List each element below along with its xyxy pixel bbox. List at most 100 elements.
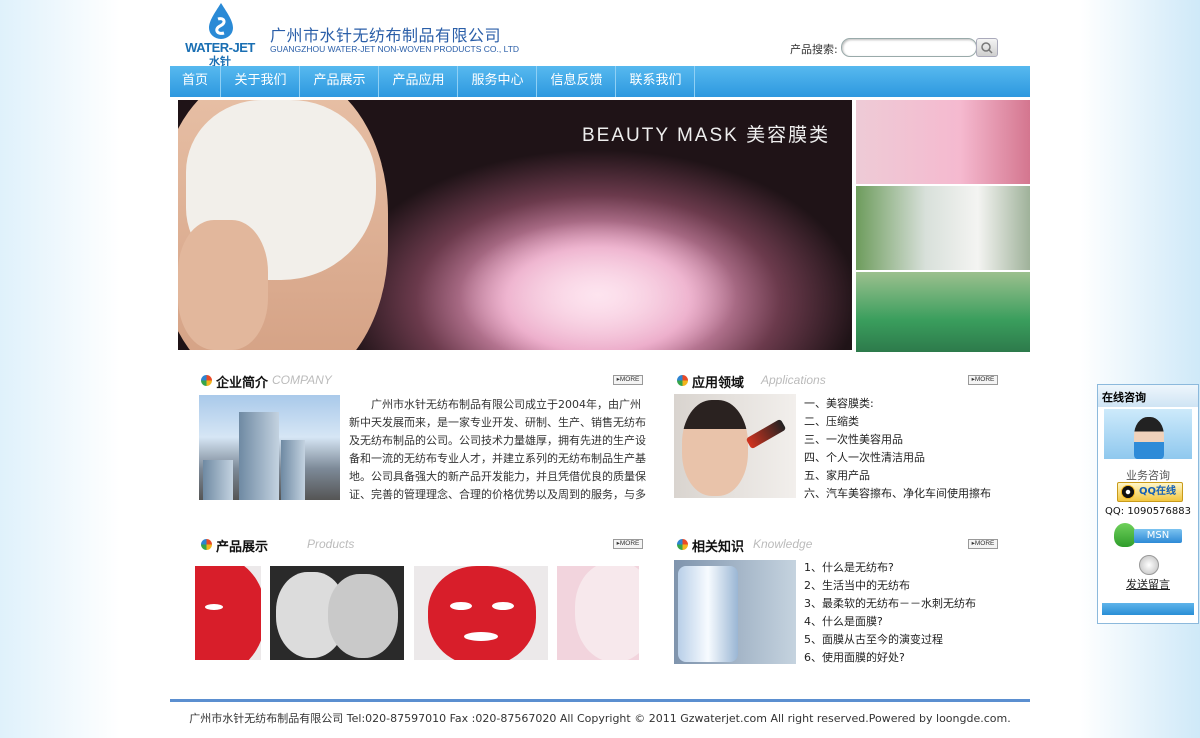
list-item[interactable]: 6、使用面膜的好处? (804, 649, 976, 667)
mask-eye-hole (450, 602, 472, 610)
company-building-image[interactable] (199, 395, 340, 500)
qq-number: QQ: 1090576883 (1105, 506, 1191, 517)
section-title-en: COMPANY (272, 373, 332, 387)
hero-banner[interactable]: BEAUTY MASK 美容膜类 (178, 100, 852, 350)
nav-item-service[interactable]: 服务中心 (459, 66, 537, 97)
section-bullet-icon (201, 539, 212, 550)
headset-person-icon (1134, 417, 1164, 459)
company-name-cn: 广州市水针无纺布制品有限公司 (270, 26, 502, 45)
model-tool (745, 418, 787, 450)
section-title-cn: 企业简介 (216, 376, 269, 391)
section-title-en: Products (307, 537, 355, 551)
section-bullet-icon (677, 539, 688, 550)
footer-divider (170, 699, 1030, 702)
consult-footer-bar (1102, 603, 1194, 615)
footer-text: 广州市水针无纺布制品有限公司 Tel:020-87597010 Fax :020… (189, 712, 1011, 725)
message-icon[interactable] (1139, 555, 1159, 575)
more-button-knowledge[interactable]: ▸MORE (968, 539, 998, 549)
list-item[interactable]: 五、家用产品 (804, 467, 991, 485)
applications-image[interactable] (674, 394, 796, 498)
mask-eye-hole (205, 604, 223, 610)
section-title-en: Applications (761, 373, 826, 387)
model-head (682, 400, 748, 496)
consult-title: 在线咨询 (1102, 391, 1146, 404)
section-title-applications: 应用领域 Applications (677, 372, 857, 391)
side-photo-strip (856, 100, 1030, 354)
msn-label: MSN (1134, 529, 1182, 543)
mask-eye-hole (492, 602, 514, 610)
nav-item-about[interactable]: 关于我们 (222, 66, 300, 97)
banner-title: BEAUTY MASK 美容膜类 (582, 125, 831, 146)
red-mask-shape (428, 566, 536, 660)
section-title-cn: 应用领域 (692, 376, 745, 391)
consult-header: 在线咨询 (1098, 385, 1198, 407)
main-nav: 首页 关于我们 产品展示 产品应用 服务中心 信息反馈 联系我们 (170, 66, 1030, 97)
section-title-cn: 产品展示 (216, 540, 269, 555)
nav-item-home[interactable]: 首页 (170, 66, 221, 97)
building-shape (281, 440, 305, 500)
section-title-products: 产品展示 Products (201, 536, 371, 555)
more-button-applications[interactable]: ▸MORE (968, 375, 998, 385)
section-bullet-icon (677, 375, 688, 386)
company-intro-text: 广州市水针无纺布制品有限公司成立于2004年，由广州新中天发展而来，是一家专业开… (349, 398, 646, 501)
more-button-products[interactable]: ▸MORE (613, 539, 643, 549)
qq-button-label: QQ在线 (1138, 486, 1176, 497)
section-title-knowledge: 相关知识 Knowledge (677, 536, 857, 555)
product-image[interactable] (414, 566, 548, 660)
search-input[interactable] (841, 38, 977, 57)
list-item[interactable]: 1、什么是无纺布? (804, 559, 976, 577)
msn-button[interactable]: MSN (1114, 523, 1186, 549)
list-item[interactable]: 4、什么是面膜? (804, 613, 976, 631)
page-container: WATER-JET 水针 广州市水针无纺布制品有限公司 GUANGZHOU WA… (170, 0, 1030, 738)
qq-online-button[interactable]: QQ在线 (1117, 482, 1183, 502)
knowledge-image[interactable] (674, 560, 796, 664)
more-button-company[interactable]: ▸MORE (613, 375, 643, 385)
search-label: 产品搜索: (790, 43, 838, 56)
section-title-company: 企业简介 COMPANY (201, 372, 361, 391)
leave-message-link[interactable]: 发送留言 (1098, 576, 1198, 592)
company-name-en: GUANGZHOU WATER-JET NON-WOVEN PRODUCTS C… (270, 44, 520, 54)
section-title-cn: 相关知识 (692, 540, 745, 555)
building-shape (239, 412, 279, 500)
list-item[interactable]: 二、压缩类 (804, 413, 991, 431)
white-mask-shape (328, 574, 398, 658)
product-can (678, 566, 738, 662)
building-shape (203, 460, 233, 500)
list-item[interactable]: 3、最柔软的无纺布－－水刺无纺布 (804, 595, 976, 613)
search-icon (981, 42, 993, 54)
nav-item-products[interactable]: 产品展示 (301, 66, 379, 97)
side-photo-factory[interactable] (856, 186, 1030, 272)
product-search: 产品搜索: (790, 38, 1000, 60)
banner-hand (178, 220, 268, 350)
water-drop-icon (209, 3, 233, 39)
knowledge-list: 1、什么是无纺布? 2、生活当中的无纺布 3、最柔软的无纺布－－水刺无纺布 4、… (804, 559, 976, 667)
product-image[interactable] (195, 566, 261, 660)
list-item[interactable]: 三、一次性美容用品 (804, 431, 991, 449)
section-bullet-icon (201, 375, 212, 386)
company-logo[interactable]: WATER-JET 水针 (184, 2, 256, 68)
product-image[interactable] (557, 566, 639, 660)
msn-buddy-icon (1114, 523, 1136, 547)
list-item[interactable]: 一、美容膜类: (804, 395, 991, 413)
section-title-en: Knowledge (753, 537, 813, 551)
pink-mask-shape (575, 566, 639, 660)
list-item[interactable]: 5、面膜从古至今的演变过程 (804, 631, 976, 649)
search-button[interactable] (976, 38, 998, 57)
applications-list: 一、美容膜类: 二、压缩类 三、一次性美容用品 四、个人一次性清洁用品 五、家用… (804, 395, 991, 503)
side-photo-mask[interactable] (856, 100, 1030, 186)
list-item[interactable]: 六、汽车美容擦布、净化车间使用擦布 (804, 485, 991, 503)
qq-penguin-icon (1121, 485, 1135, 499)
banner-flower (458, 220, 738, 350)
nav-item-contact[interactable]: 联系我们 (617, 66, 695, 97)
business-consult-label: 业务咨询 (1126, 469, 1170, 482)
customer-service-avatar (1104, 409, 1192, 459)
product-image[interactable] (270, 566, 404, 660)
list-item[interactable]: 四、个人一次性清洁用品 (804, 449, 991, 467)
online-consult-widget: 在线咨询 业务咨询 QQ在线 QQ: 1090576883 MSN 发送留言 (1097, 384, 1199, 624)
list-item[interactable]: 2、生活当中的无纺布 (804, 577, 976, 595)
red-mask-shape (195, 566, 261, 660)
nav-item-applications[interactable]: 产品应用 (380, 66, 458, 97)
nav-item-feedback[interactable]: 信息反馈 (538, 66, 616, 97)
side-photo-workshop[interactable] (856, 272, 1030, 354)
mask-mouth-hole (464, 632, 498, 641)
